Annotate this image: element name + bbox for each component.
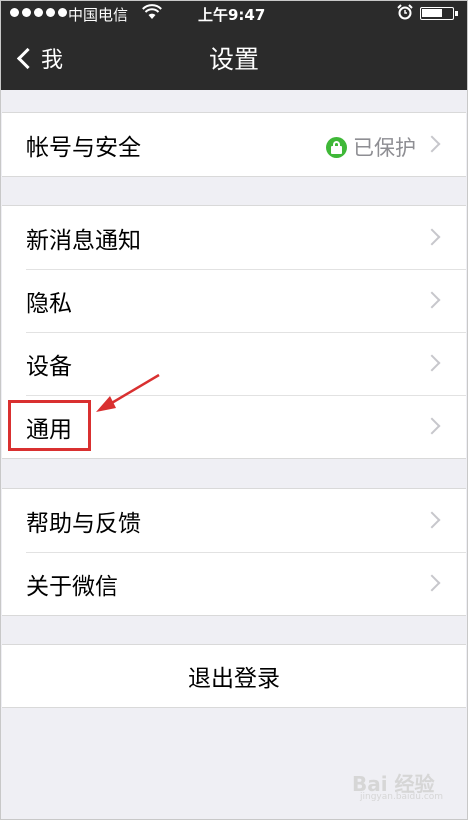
protection-status: 已保护: [326, 132, 416, 162]
watermark-url: jingyan.baidu.com: [360, 792, 444, 802]
chevron-right-icon: [423, 417, 441, 435]
settings-item-about[interactable]: 关于微信: [2, 552, 466, 615]
nav-bar: 我 设置: [0, 26, 468, 90]
logout-button[interactable]: 退出登录: [2, 645, 466, 707]
settings-item-account-security[interactable]: 帐号与安全 已保护: [2, 113, 466, 176]
settings-item-label: 帐号与安全: [26, 134, 141, 161]
alarm-icon: [397, 4, 413, 24]
settings-item-label: 隐私: [26, 290, 72, 317]
settings-group-help: 帮助与反馈 关于微信: [2, 488, 466, 616]
account-group: 帐号与安全 已保护: [2, 112, 466, 177]
chevron-right-icon: [423, 354, 441, 372]
settings-item-label: 帮助与反馈: [26, 510, 141, 537]
signal-strength-icon: [10, 8, 67, 17]
settings-item-privacy[interactable]: 隐私: [2, 269, 466, 332]
carrier-name: 中国电信: [68, 6, 129, 24]
logout-label: 退出登录: [188, 666, 280, 692]
page-title: 设置: [208, 45, 259, 74]
protection-status-text: 已保护: [353, 136, 416, 160]
lock-icon: [326, 136, 347, 158]
settings-item-help-feedback[interactable]: 帮助与反馈: [2, 489, 466, 552]
wifi-icon: [142, 4, 162, 24]
logout-group: 退出登录: [2, 644, 466, 708]
battery-icon: [420, 7, 458, 20]
chevron-right-icon: [423, 228, 441, 246]
chevron-right-icon: [423, 574, 441, 592]
chevron-right-icon: [423, 511, 441, 529]
chevron-right-icon: [423, 135, 441, 153]
annotation-highlight-box: [8, 400, 91, 451]
settings-item-label: 设备: [26, 353, 72, 380]
settings-item-label: 新消息通知: [26, 227, 141, 254]
clock: 上午9:47: [198, 6, 266, 24]
status-bar: 中国电信 上午9:47: [0, 0, 468, 26]
settings-item-label: 关于微信: [26, 573, 118, 600]
settings-item-notifications[interactable]: 新消息通知: [2, 206, 466, 269]
chevron-right-icon: [423, 291, 441, 309]
settings-item-devices[interactable]: 设备: [2, 332, 466, 395]
